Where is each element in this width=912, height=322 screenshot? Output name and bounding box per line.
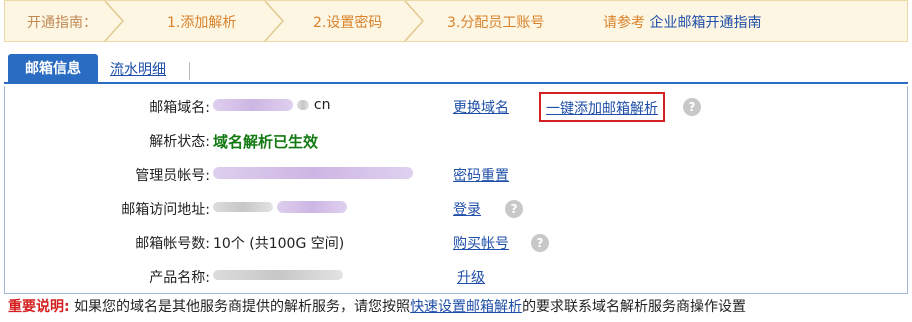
guide-step-2[interactable]: 2.设置密码 [313, 12, 382, 32]
change-domain-link[interactable]: 更换域名 [453, 97, 509, 117]
guide-reference: 请参考 企业邮箱开通指南 [603, 12, 761, 32]
chevron-right-icon [404, 1, 425, 41]
login-link[interactable]: 登录 [453, 199, 481, 219]
dns-status-value: 域名解析已生效 [213, 133, 319, 151]
reset-password-link[interactable]: 密码重置 [453, 165, 509, 185]
product-name-value [213, 267, 343, 283]
important-note-text-before: 如果您的域名是其他服务商提供的解析服务，请您按照 [74, 299, 411, 315]
tab-mailbox-info[interactable]: 邮箱信息 [8, 54, 98, 84]
quick-dns-setup-link[interactable]: 快速设置邮箱解析 [410, 299, 522, 315]
tab-divider [189, 62, 190, 80]
guide-reference-prefix: 请参考 [603, 15, 645, 31]
question-circle-icon[interactable]: ? [683, 98, 701, 116]
row-account-count: 邮箱帐号数: 10个 (共100G 空间) 购买帐号 ? [5, 226, 905, 260]
setup-guide-bar: 开通指南： 1.添加解析 2.设置密码 3.分配员工账号 请参考 企业邮箱开通指… [4, 0, 908, 42]
admin-account-label: 管理员帐号: [135, 168, 210, 184]
access-url-label: 邮箱访问地址: [121, 202, 210, 218]
guide-title: 开通指南： [27, 15, 97, 31]
access-url-value [213, 199, 348, 215]
add-mail-dns-highlight: 一键添加邮箱解析 [539, 92, 665, 122]
tab-bar: 邮箱信息 流水明细 [4, 54, 908, 84]
row-access-url: 邮箱访问地址: 登录 ? [5, 192, 905, 226]
domain-value: cn [213, 97, 330, 113]
important-note: 重要说明: 如果您的域名是其他服务商提供的解析服务，请您按照快速设置邮箱解析的要… [8, 296, 746, 316]
mailbox-info-panel: 邮箱域名: cn 更换域名 一键添加邮箱解析 ? 解析状态: 域名解析已生效 管… [4, 86, 908, 294]
chevron-right-icon [104, 1, 125, 41]
question-circle-icon[interactable]: ? [531, 234, 549, 252]
chevron-right-icon [264, 1, 285, 41]
account-count-value: 10个 (共100G 空间) [213, 236, 345, 252]
tab-transaction-details[interactable]: 流水明细 [104, 58, 172, 82]
redacted-text [213, 167, 413, 179]
guide-step-3[interactable]: 3.分配员工账号 [447, 12, 544, 32]
guide-reference-link[interactable]: 企业邮箱开通指南 [649, 15, 761, 31]
important-note-text-after: 的要求联系域名解析服务商操作设置 [522, 299, 747, 315]
buy-accounts-link[interactable]: 购买帐号 [453, 233, 509, 253]
admin-account-value [213, 165, 413, 181]
row-domain: 邮箱域名: cn 更换域名 一键添加邮箱解析 ? [5, 90, 905, 124]
domain-suffix: cn [313, 97, 331, 113]
redacted-text [277, 201, 348, 213]
add-mail-dns-link[interactable]: 一键添加邮箱解析 [546, 101, 658, 117]
row-product-name: 产品名称: 升级 [5, 260, 905, 294]
account-count-label: 邮箱帐号数: [135, 236, 210, 252]
domain-label: 邮箱域名: [149, 100, 210, 116]
row-admin-account: 管理员帐号: 密码重置 [5, 158, 905, 192]
redacted-text [213, 270, 343, 280]
important-note-title: 重要说明: [8, 299, 70, 315]
redacted-text [213, 99, 293, 111]
guide-step-1[interactable]: 1.添加解析 [167, 12, 236, 32]
product-name-label: 产品名称: [149, 270, 210, 286]
dns-status-label: 解析状态: [149, 134, 210, 150]
row-dns-status: 解析状态: 域名解析已生效 [5, 124, 905, 158]
question-circle-icon[interactable]: ? [505, 200, 523, 218]
upgrade-link[interactable]: 升级 [457, 267, 485, 287]
redacted-text [213, 202, 273, 212]
redacted-text [297, 100, 310, 110]
